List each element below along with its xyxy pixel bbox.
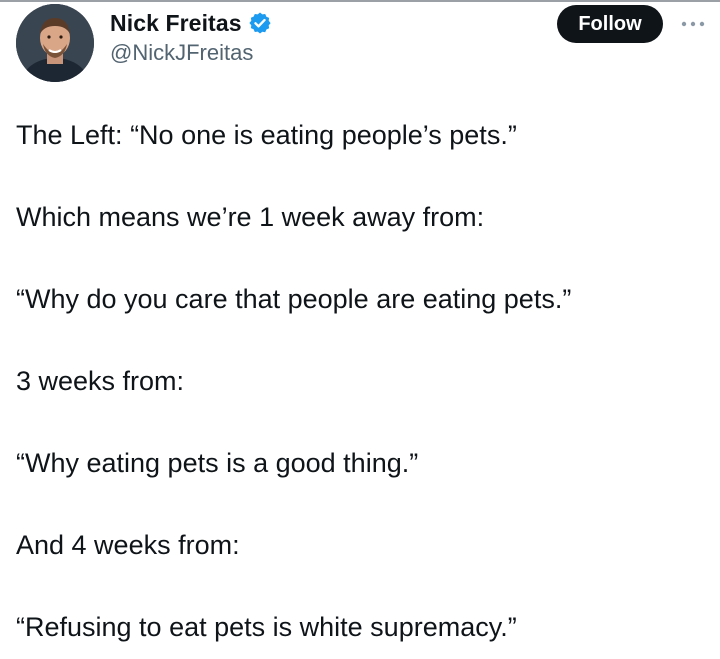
- author-info: Nick Freitas @NickJFreitas: [110, 8, 272, 66]
- verified-badge-icon: [248, 11, 272, 35]
- avatar-photo-icon: [16, 4, 94, 82]
- tweet-line: “Refusing to eat pets is white supremacy…: [16, 612, 517, 642]
- tweet-line: “Why do you care that people are eating …: [16, 284, 572, 314]
- more-options-icon: [681, 21, 705, 27]
- follow-button[interactable]: Follow: [557, 5, 663, 43]
- avatar[interactable]: [16, 4, 94, 82]
- user-handle[interactable]: @NickJFreitas: [110, 40, 272, 66]
- more-options-button[interactable]: [677, 10, 709, 38]
- tweet-header: Nick Freitas @NickJFreitas Follow: [0, 0, 720, 90]
- tweet-text: The Left: “No one is eating people’s pet…: [16, 118, 706, 644]
- tweet-line: Which means we’re 1 week away from:: [16, 202, 485, 232]
- tweet-line: “Why eating pets is a good thing.”: [16, 448, 419, 478]
- tweet-line: And 4 weeks from:: [16, 530, 240, 560]
- name-row: Nick Freitas: [110, 8, 272, 38]
- tweet-line: The Left: “No one is eating people’s pet…: [16, 120, 517, 150]
- display-name[interactable]: Nick Freitas: [110, 10, 242, 37]
- tweet-line: 3 weeks from:: [16, 366, 185, 396]
